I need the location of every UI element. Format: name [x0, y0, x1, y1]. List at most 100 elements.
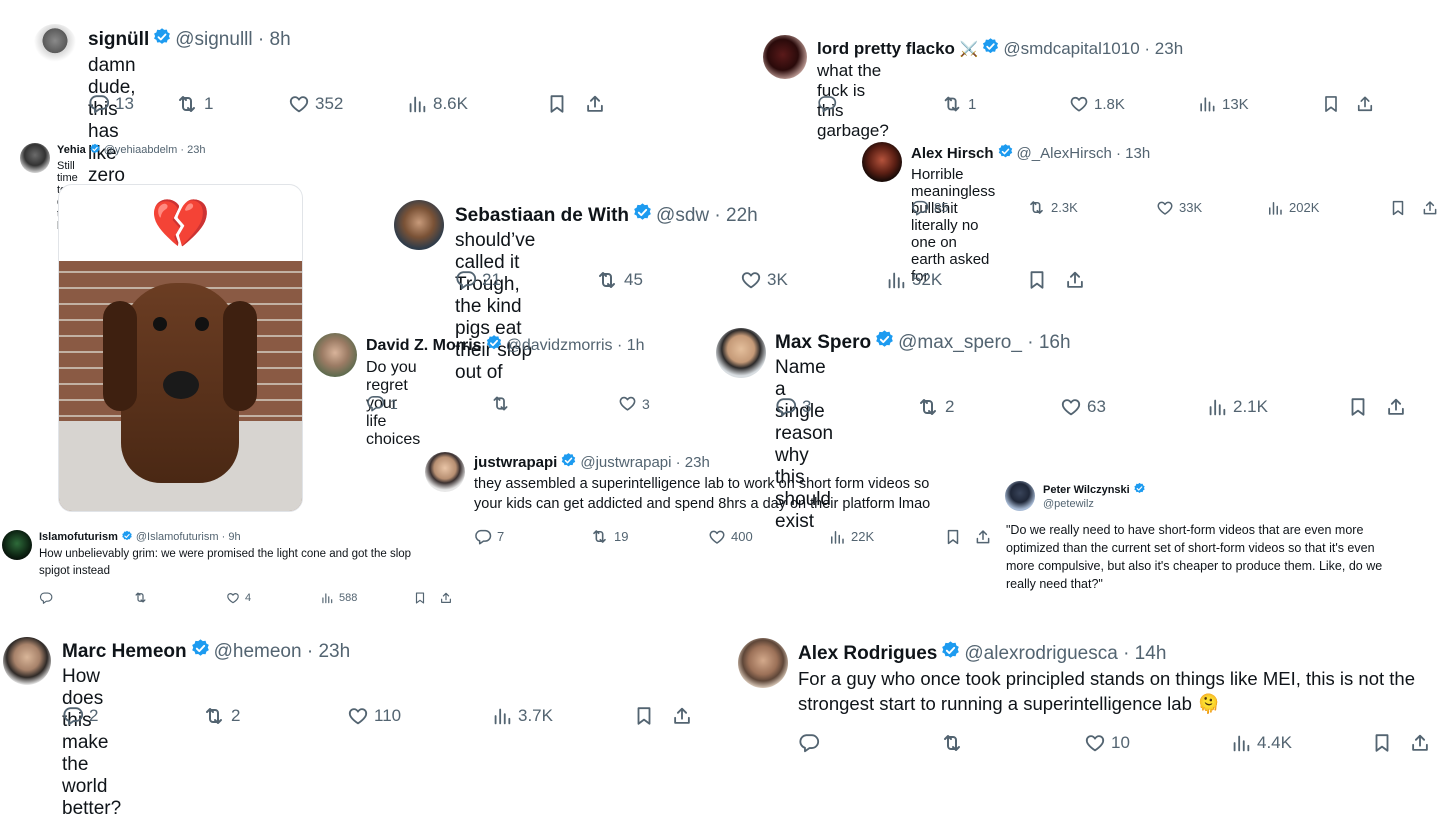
like-button[interactable]: 1.8K — [1069, 94, 1197, 114]
author-handle[interactable]: @justwrapapi — [580, 454, 671, 471]
author-handle[interactable]: @sdw — [656, 205, 709, 226]
avatar[interactable] — [3, 637, 51, 685]
tweet-image[interactable]: 💔 — [58, 184, 303, 512]
author-name[interactable]: Sebastiaan de With — [455, 205, 629, 226]
bookmark-button[interactable] — [1371, 732, 1409, 754]
like-button[interactable]: 63 — [1060, 396, 1206, 418]
timestamp[interactable]: · 23h — [307, 641, 350, 662]
avatar[interactable] — [313, 333, 357, 377]
author-name[interactable]: Alex Hirsch — [911, 145, 994, 162]
author-handle[interactable]: @signulll — [175, 29, 252, 50]
share-button[interactable] — [584, 93, 606, 115]
author-handle[interactable]: @_AlexHirsch — [1017, 145, 1112, 162]
author-handle[interactable]: @smdcapital1010 — [1003, 39, 1139, 58]
retweet-button[interactable] — [490, 393, 618, 414]
share-button[interactable] — [1409, 732, 1431, 754]
bookmark-button[interactable] — [413, 591, 439, 605]
timestamp[interactable]: · 22h — [714, 205, 757, 226]
reply-button[interactable]: 21 — [455, 269, 595, 291]
like-button[interactable]: 3 — [618, 394, 650, 413]
share-button[interactable] — [974, 528, 992, 546]
retweet-button[interactable]: 2.3K — [1027, 198, 1156, 217]
reply-button[interactable]: 85 — [911, 199, 1027, 217]
views-button[interactable]: 588 — [320, 591, 413, 605]
avatar[interactable] — [2, 530, 32, 560]
reply-button[interactable]: 7 — [474, 528, 590, 546]
avatar[interactable] — [862, 142, 902, 182]
share-button[interactable] — [1355, 94, 1375, 114]
like-button[interactable]: 110 — [347, 705, 491, 727]
timestamp[interactable]: · 23h — [180, 144, 205, 156]
like-button[interactable]: 400 — [708, 528, 828, 546]
author-handle[interactable]: @yehiaabdelm — [104, 144, 178, 156]
like-button[interactable]: 352 — [288, 93, 406, 115]
avatar[interactable] — [763, 35, 807, 79]
author-name[interactable]: Max Spero — [775, 332, 871, 353]
like-button[interactable]: 33K — [1156, 199, 1266, 217]
bookmark-button[interactable] — [1347, 396, 1385, 418]
reply-button[interactable]: 2 — [62, 705, 202, 727]
views-button[interactable]: 22K — [828, 528, 944, 546]
share-button[interactable] — [1385, 396, 1407, 418]
author-name[interactable]: Peter Wilczynski — [1043, 484, 1130, 496]
timestamp[interactable]: · 8h — [258, 29, 291, 50]
like-button[interactable]: 3K — [740, 269, 885, 291]
author-name[interactable]: Alex Rodrigues — [798, 643, 937, 664]
timestamp[interactable]: · 1h — [617, 337, 645, 354]
author-handle[interactable]: @alexrodriguesca — [964, 643, 1117, 664]
author-handle[interactable]: @petewilz — [1043, 498, 1094, 510]
retweet-button[interactable]: 1 — [175, 92, 288, 116]
author-name[interactable]: Yehia — [57, 144, 86, 156]
views-button[interactable]: 3.7K — [491, 705, 633, 727]
avatar[interactable] — [1005, 481, 1035, 511]
author-name[interactable]: Islamofuturism — [39, 531, 118, 543]
views-button[interactable]: 4.4K — [1230, 732, 1371, 754]
retweet-button[interactable]: 2 — [916, 395, 1060, 419]
bookmark-button[interactable] — [633, 705, 671, 727]
share-button[interactable] — [1064, 269, 1086, 291]
bookmark-button[interactable] — [944, 528, 974, 546]
retweet-button[interactable]: 45 — [595, 268, 740, 292]
avatar[interactable] — [716, 328, 766, 378]
views-button[interactable]: 2.1K — [1206, 396, 1347, 418]
retweet-button[interactable] — [940, 731, 1084, 755]
retweet-button[interactable] — [133, 590, 226, 605]
retweet-button[interactable]: 2 — [202, 704, 347, 728]
author-handle[interactable]: @davidzmorris — [506, 337, 613, 354]
bookmark-button[interactable] — [1321, 94, 1355, 114]
avatar[interactable] — [425, 452, 465, 492]
timestamp[interactable]: · 16h — [1027, 332, 1070, 353]
avatar[interactable] — [394, 200, 444, 250]
avatar[interactable] — [33, 24, 77, 68]
views-button[interactable]: 8.6K — [406, 93, 546, 115]
retweet-button[interactable]: 1 — [941, 93, 1069, 115]
views-button[interactable]: 13K — [1197, 94, 1321, 114]
avatar[interactable] — [738, 638, 788, 688]
timestamp[interactable]: · 9h — [222, 531, 241, 543]
like-button[interactable]: 10 — [1084, 732, 1230, 754]
avatar[interactable] — [20, 143, 50, 173]
share-button[interactable] — [1421, 199, 1439, 217]
timestamp[interactable]: · 23h — [1144, 39, 1183, 58]
bookmark-button[interactable] — [546, 93, 584, 115]
reply-button[interactable]: 3 — [775, 396, 916, 418]
reply-button[interactable] — [817, 94, 941, 114]
author-name[interactable]: Marc Hemeon — [62, 641, 187, 662]
views-button[interactable]: 52K — [885, 269, 1026, 291]
retweet-button[interactable]: 19 — [590, 527, 708, 546]
author-name[interactable]: justwrapapi — [474, 454, 557, 471]
reply-button[interactable]: 1 — [366, 394, 490, 413]
reply-button[interactable]: 13 — [88, 93, 175, 115]
timestamp[interactable]: · 23h — [676, 454, 710, 471]
reply-button[interactable] — [798, 732, 940, 754]
timestamp[interactable]: · 13h — [1116, 145, 1150, 162]
author-name[interactable]: signüll — [88, 29, 149, 50]
author-handle[interactable]: @hemeon — [214, 641, 302, 662]
bookmark-button[interactable] — [1026, 269, 1064, 291]
author-handle[interactable]: @Islamofuturism — [136, 531, 219, 543]
author-name[interactable]: lord pretty flacko — [817, 39, 955, 58]
bookmark-button[interactable] — [1389, 199, 1421, 217]
timestamp[interactable]: · 14h — [1123, 643, 1166, 664]
share-button[interactable] — [671, 705, 693, 727]
author-name[interactable]: David Z. Morris — [366, 337, 482, 354]
